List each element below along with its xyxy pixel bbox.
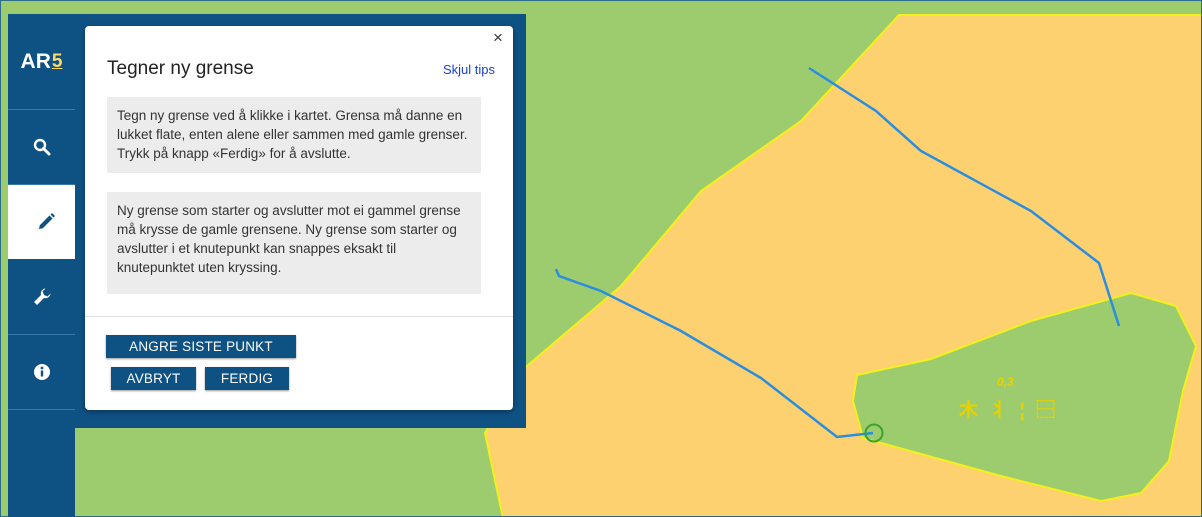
drawing-tips-panel: × Tegner ny grense Skjul tips Tegn ny gr… [85,26,513,410]
sidebar-info-button[interactable] [8,335,75,410]
panel-title: Tegner ny grense [107,58,254,79]
tip-box: Tegn ny grense ved å klikke i kartet. Gr… [107,97,481,173]
area-value-label: 0,3 [997,375,1014,389]
sidebar-search-button[interactable] [8,110,75,185]
land-type-symbols: ⽊ ⺦ ¦ ⿱ [959,400,1059,421]
info-icon [33,364,50,380]
tip-box: Ny grense som starter og avslutter mot e… [107,192,481,294]
cancel-button[interactable]: AVBRYT [111,367,196,390]
sidebar-tools-button[interactable] [8,260,75,335]
logo-text: AR [20,49,51,73]
logo-number: 5 [51,50,63,72]
done-button[interactable]: FERDIG [205,367,289,390]
app-logo: AR 5 [8,14,75,110]
divider [85,316,513,317]
wrench-icon [33,288,50,305]
hide-tips-link[interactable]: Skjul tips [443,62,495,77]
search-icon [33,138,50,156]
pencil-icon [38,213,55,229]
undo-last-point-button[interactable]: ANGRE SISTE PUNKT [106,335,296,358]
close-button[interactable]: × [493,29,503,46]
sidebar: AR 5 [8,14,83,517]
sidebar-draw-button[interactable] [8,185,83,259]
